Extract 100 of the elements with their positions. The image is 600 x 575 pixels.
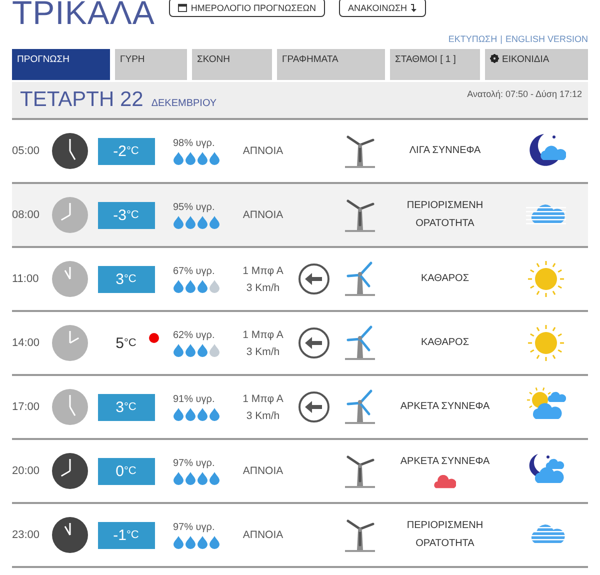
- condition-text: ΚΑΘΑΡΟΣ: [420, 272, 470, 286]
- wind-turbine-icon: [344, 453, 376, 489]
- tab[interactable]: ΣΚΟΝΗ: [192, 49, 272, 80]
- drop-icon: [173, 536, 184, 548]
- drop-icon: [173, 472, 184, 484]
- drop-icon: [197, 408, 208, 420]
- drop-icon: [197, 216, 208, 228]
- wind-turbine-icon: [344, 197, 376, 233]
- wind-text: 1 Μπφ Α: [242, 392, 284, 404]
- drop-icon: [209, 216, 220, 228]
- wind-turbine-icon: [344, 261, 376, 297]
- drop-icon: [209, 280, 220, 292]
- humidity-text: 91% υγρ.: [173, 394, 216, 404]
- clock-icon: [52, 517, 88, 553]
- temperature-badge: 0°C: [98, 458, 154, 484]
- sunrise-sunset-text: Ανατολή: 07:50 - Δύση 17:12: [467, 88, 582, 101]
- drop-icon: [185, 536, 196, 548]
- wind-turbine-icon: [344, 325, 376, 361]
- weekday-date: ΤΕΤΑΡΤΗ 22: [20, 88, 144, 112]
- hour-label: 20:00: [12, 465, 41, 477]
- drop-icon: [209, 536, 220, 548]
- wind-text: 1 Μπφ Α: [242, 264, 284, 276]
- hour-label: 17:00: [12, 401, 41, 413]
- city-title: ΤΡΙΚΑΛΑ: [12, 0, 155, 30]
- tab[interactable]: ΣΤΑΘΜΟΙ [ 1 ]: [390, 49, 480, 80]
- drop-icon: [173, 152, 184, 164]
- drop-icon: [185, 152, 196, 164]
- humidity-text: 95% υγρ.: [173, 202, 216, 212]
- clock-icon: [52, 453, 88, 489]
- tab[interactable]: ΓΡΑΦΗΜΑΤΑ: [277, 49, 385, 80]
- calendar-icon: [178, 3, 187, 12]
- clock-icon: [52, 261, 88, 297]
- hour-label: 05:00: [12, 145, 41, 157]
- temperature-text: 5°C: [98, 330, 154, 356]
- down-arrow-icon: [411, 3, 418, 12]
- announcement-button[interactable]: ΑΝΑΚΟΙΝΩΣΗ: [339, 0, 426, 17]
- drop-icon: [185, 280, 196, 292]
- drop-icon: [197, 280, 208, 292]
- clock-icon: [52, 325, 88, 361]
- drop-icon: [209, 472, 220, 484]
- wind-turbine-icon: [344, 517, 376, 553]
- forecast-calendar-button[interactable]: ΗΜΕΡΟΛΟΓΙΟ ΠΡΟΓΝΩΣΕΩΝ: [168, 0, 326, 17]
- drop-icon: [173, 408, 184, 420]
- calm-text: ΑΠΝΟΙΑ: [242, 529, 284, 541]
- sun-icon: [526, 259, 566, 299]
- calm-text: ΑΠΝΟΙΑ: [242, 145, 284, 157]
- tab[interactable]: ΠΡΟΓΝΩΣΗ: [12, 49, 110, 80]
- wind-direction-icon: [298, 391, 330, 423]
- wind-direction-icon: [298, 327, 330, 359]
- calm-text: ΑΠΝΟΙΑ: [242, 209, 284, 221]
- drop-icon: [197, 472, 208, 484]
- drop-icon: [185, 344, 196, 356]
- condition-text: ΑΡΚΕΤΑ ΣΥΝΝΕΦΑ: [400, 455, 490, 469]
- humidity-text: 97% υγρ.: [173, 458, 216, 468]
- wind-turbine-icon: [344, 133, 376, 169]
- humidity-text: 67% υγρ.: [173, 266, 216, 276]
- humidity-text: 62% υγρ.: [173, 330, 216, 340]
- drop-icon: [173, 280, 184, 292]
- clock-icon: [52, 197, 88, 233]
- drop-icon: [197, 536, 208, 548]
- temperature-badge: -1°C: [98, 522, 154, 548]
- hour-label: 23:00: [12, 529, 41, 541]
- hour-label: 08:00: [12, 209, 41, 221]
- drop-icon: [173, 216, 184, 228]
- condition-text: ΑΡΚΕΤΑ ΣΥΝΝΕΦΑ: [400, 400, 490, 414]
- drop-icon: [185, 472, 196, 484]
- drop-icon: [173, 344, 184, 356]
- humidity-text: 98% υγρ.: [173, 138, 216, 148]
- temperature-badge: -2°C: [98, 138, 154, 164]
- wind-direction-icon: [298, 263, 330, 295]
- wind-text: 3 Km/h: [246, 410, 280, 422]
- condition-text: ΚΑΘΑΡΟΣ: [420, 336, 470, 350]
- wind-text: 1 Μπφ Α: [242, 328, 284, 340]
- clock-icon: [52, 389, 88, 425]
- temperature-badge: -3°C: [98, 202, 154, 228]
- clock-icon: [52, 133, 88, 169]
- drop-icon: [209, 152, 220, 164]
- drop-icon: [209, 408, 220, 420]
- drop-icon: [185, 408, 196, 420]
- temperature-badge: 3°C: [98, 394, 154, 420]
- drop-icon: [197, 152, 208, 164]
- hour-label: 11:00: [12, 273, 40, 285]
- condition-text: ΠΕΡΙΟΡΙΣΜΕΝΗ ΟΡΑΤΟΤΗΤΑ: [406, 519, 484, 551]
- drop-icon: [197, 344, 208, 356]
- drop-icon: [209, 344, 220, 356]
- rain-cloud-icon: [434, 475, 456, 489]
- month-label: ΔΕΚΕΜΒΡΙΟΥ: [151, 98, 217, 109]
- condition-text: ΠΕΡΙΟΡΙΣΜΕΝΗ ΟΡΑΤΟΤΗΤΑ: [406, 199, 484, 231]
- tab[interactable]: ΕΙΚΟΝΙΔΙΑ: [485, 49, 588, 80]
- hour-label: 14:00: [12, 337, 41, 349]
- tab[interactable]: ΓΥΡΗ: [115, 49, 187, 80]
- gear-icon: [490, 54, 499, 63]
- humidity-text: 97% υγρ.: [173, 522, 216, 532]
- temperature-badge: 3°C: [98, 266, 154, 292]
- wind-text: 3 Km/h: [246, 282, 280, 294]
- drop-icon: [185, 216, 196, 228]
- link-separator: |: [500, 34, 502, 44]
- wind-turbine-icon: [344, 389, 376, 425]
- condition-text: ΛΙΓΑ ΣΥΝΝΕΦΑ: [409, 144, 481, 158]
- calm-text: ΑΠΝΟΙΑ: [242, 465, 284, 477]
